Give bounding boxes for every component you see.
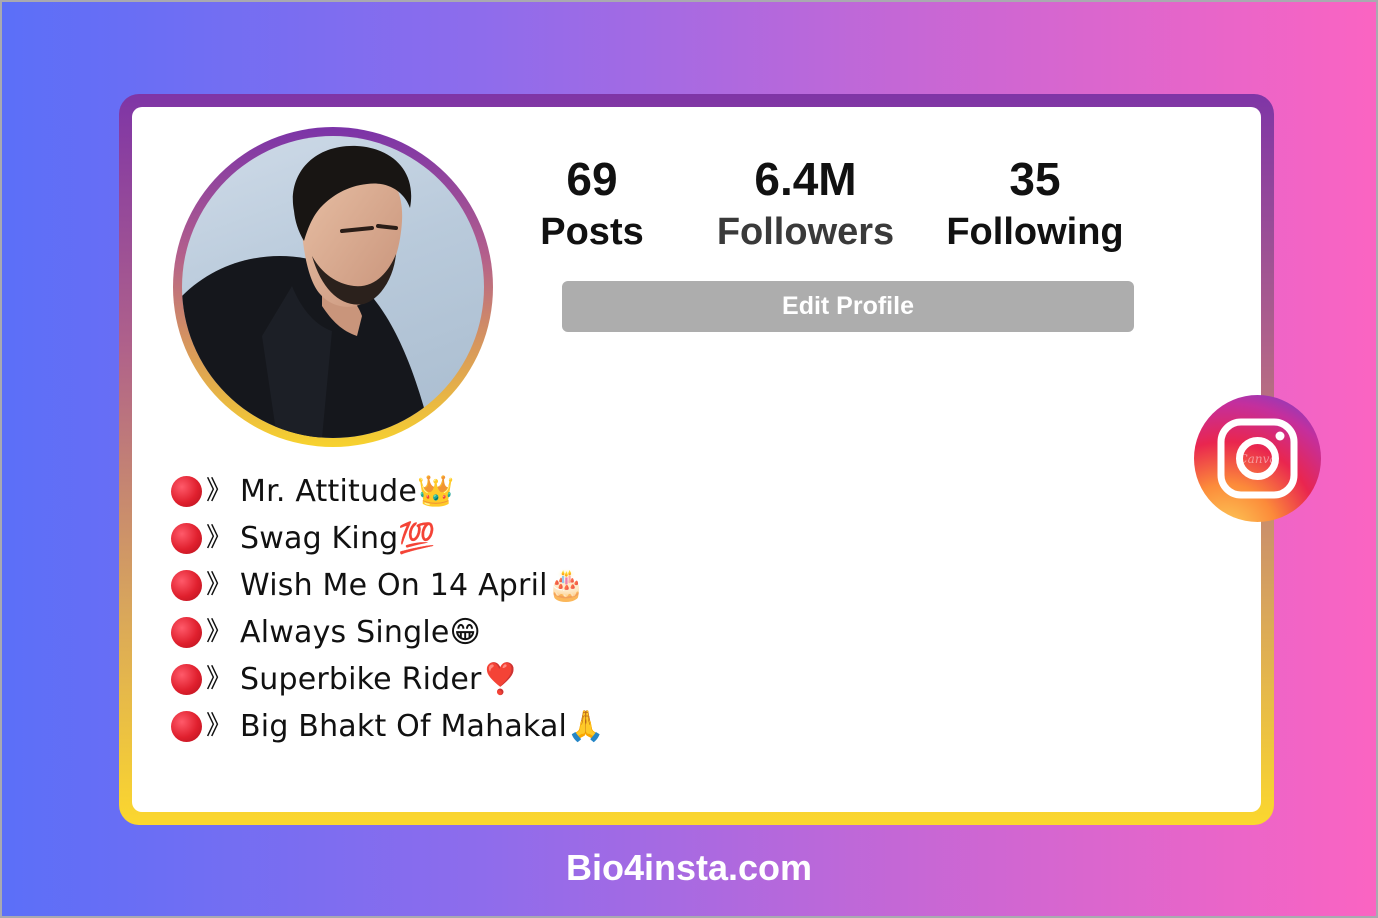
followers-label: Followers <box>716 211 895 253</box>
avatar[interactable] <box>182 136 484 438</box>
double-chevron-icon: 》 <box>206 617 233 647</box>
bio-line: 》 Wish Me On 14 April🎂 <box>171 562 605 609</box>
double-chevron-icon: 》 <box>206 711 233 741</box>
bio-text: Swag King💯 <box>240 521 436 556</box>
posts-count: 69 <box>566 153 618 205</box>
stat-followers[interactable]: 6.4M Followers <box>703 154 908 254</box>
bio-list: 》 Mr. Attitude👑 》 Swag King💯 》 Wish Me O… <box>171 468 605 750</box>
instagram-glyph: Canva <box>1217 418 1298 499</box>
edit-profile-button[interactable]: Edit Profile <box>562 281 1134 332</box>
red-circle-icon <box>171 476 202 507</box>
avatar-portrait <box>182 145 432 438</box>
bio-line: 》 Always Single😁 <box>171 609 605 656</box>
double-chevron-icon: 》 <box>206 476 233 506</box>
bio-text: Always Single😁 <box>240 615 481 650</box>
bio-line: 》 Big Bhakt Of Mahakal🙏 <box>171 703 605 750</box>
canva-watermark: Canva <box>1239 452 1277 466</box>
bio-text: Wish Me On 14 April🎂 <box>240 568 586 603</box>
red-circle-icon <box>171 570 202 601</box>
bio-line: 》 Swag King💯 <box>171 515 605 562</box>
posts-label: Posts <box>540 211 644 253</box>
stat-posts[interactable]: 69 Posts <box>530 154 654 254</box>
double-chevron-icon: 》 <box>206 523 233 553</box>
instagram-icon[interactable]: Canva <box>1194 395 1321 522</box>
following-count: 35 <box>1009 153 1061 205</box>
bio-text: Mr. Attitude👑 <box>240 474 455 509</box>
bio-text: Superbike Rider❣️ <box>240 662 520 697</box>
stat-following[interactable]: 35 Following <box>935 154 1135 254</box>
red-circle-icon <box>171 617 202 648</box>
bio-line: 》 Superbike Rider❣️ <box>171 656 605 703</box>
red-circle-icon <box>171 711 202 742</box>
following-label: Following <box>946 211 1124 253</box>
avatar-ring <box>173 127 493 447</box>
double-chevron-icon: 》 <box>206 664 233 694</box>
red-circle-icon <box>171 523 202 554</box>
double-chevron-icon: 》 <box>206 570 233 600</box>
site-link[interactable]: Bio4insta.com <box>0 843 1378 893</box>
bio-text: Big Bhakt Of Mahakal🙏 <box>240 709 605 744</box>
red-circle-icon <box>171 664 202 695</box>
followers-count: 6.4M <box>754 153 857 205</box>
bio-line: 》 Mr. Attitude👑 <box>171 468 605 515</box>
